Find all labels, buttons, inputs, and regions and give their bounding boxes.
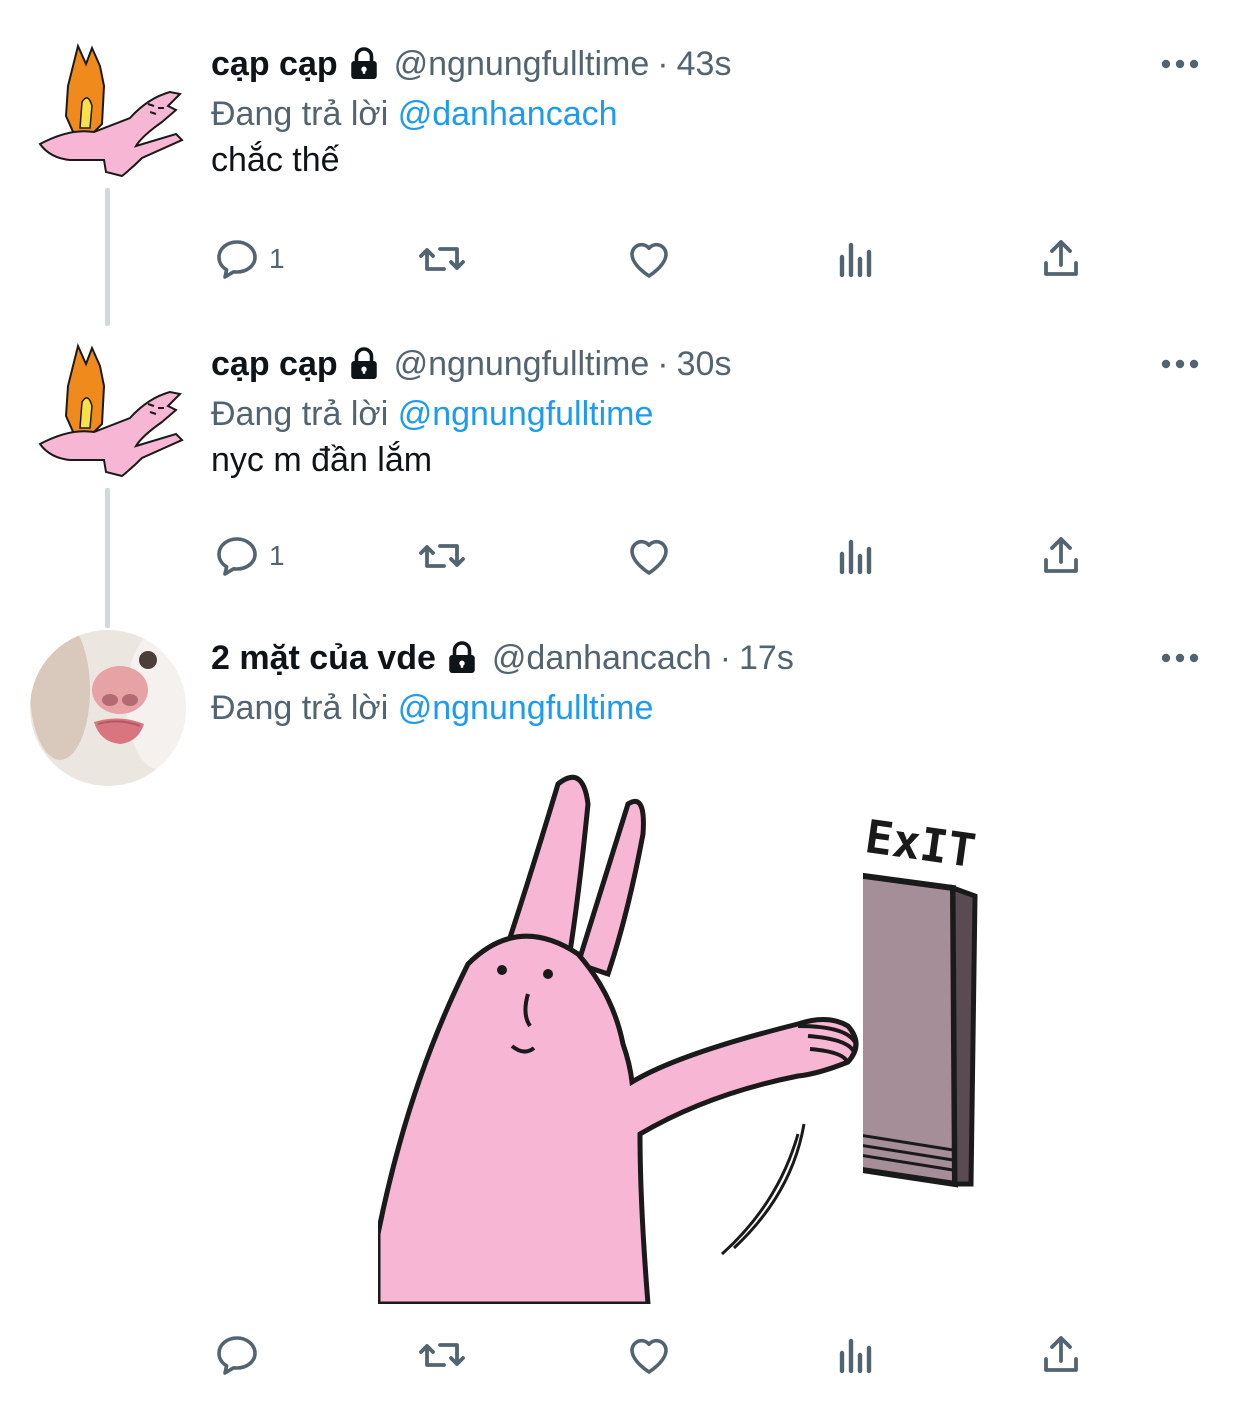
- handle[interactable]: @ngnungfulltime: [394, 45, 650, 84]
- tweet-text: chắc thế: [211, 141, 340, 179]
- reply-button[interactable]: 1: [213, 526, 285, 586]
- replying-to-label: Đang trả lời: [211, 689, 389, 727]
- like-icon: [630, 242, 668, 278]
- views-button[interactable]: [832, 526, 880, 586]
- separator: ·: [657, 44, 669, 83]
- lock-icon: [444, 640, 480, 676]
- pink-rabbit-sticker: [378, 764, 864, 1304]
- tweet-media-image[interactable]: [378, 764, 864, 1304]
- retweet-button[interactable]: [418, 526, 466, 586]
- share-icon: [1044, 1336, 1078, 1372]
- timestamp[interactable]: 43s: [677, 45, 732, 84]
- tweet-text: nyc m đần lắm: [211, 441, 433, 479]
- display-name[interactable]: 2 mặt của vde: [211, 639, 436, 678]
- retweet-button[interactable]: [418, 1325, 466, 1385]
- views-icon: [839, 1338, 872, 1374]
- display-name[interactable]: cạp cạp: [211, 45, 338, 84]
- separator: ·: [657, 344, 669, 383]
- tweet-header: cạp cạp @ngnungfulltime · 30s: [211, 340, 731, 388]
- lock-icon: [346, 46, 382, 82]
- more-icon[interactable]: [1158, 40, 1202, 88]
- exit-door-illustration: ExIT: [846, 809, 979, 1188]
- action-bar: [211, 1325, 1091, 1385]
- tweet-2[interactable]: cạp cạp @ngnungfulltime · 30s Đang trả l…: [0, 336, 1242, 628]
- reply-mention-link[interactable]: @ngnungfulltime: [398, 395, 654, 433]
- exit-sign-text: ExIT: [863, 809, 979, 878]
- avatar[interactable]: [30, 36, 186, 192]
- retweet-icon: [419, 247, 465, 271]
- tweet-1[interactable]: cạp cạp @ngnungfulltime · 43s Đang trả l…: [0, 36, 1242, 326]
- like-icon: [630, 539, 668, 575]
- reply-mention-link[interactable]: @ngnungfulltime: [398, 689, 654, 727]
- reply-icon: [217, 537, 257, 576]
- retweet-icon: [419, 1343, 465, 1367]
- display-name[interactable]: cạp cạp: [211, 345, 338, 384]
- replying-to-label: Đang trả lời: [211, 95, 389, 133]
- action-bar: 1: [211, 229, 1091, 289]
- views-icon: [839, 539, 872, 575]
- more-icon[interactable]: [1158, 634, 1202, 682]
- replying-to: Đang trả lời @ngnungfulltime: [211, 684, 653, 732]
- retweet-button[interactable]: [418, 229, 466, 289]
- avatar[interactable]: [30, 336, 186, 492]
- views-button[interactable]: [832, 229, 880, 289]
- share-button[interactable]: [1037, 526, 1085, 586]
- more-icon[interactable]: [1158, 340, 1202, 388]
- timestamp[interactable]: 30s: [677, 345, 732, 384]
- reply-count: 1: [269, 540, 285, 571]
- reply-icon: [217, 1336, 257, 1375]
- timestamp[interactable]: 17s: [739, 639, 794, 678]
- exit-door-sticker: ExIT: [846, 764, 1023, 1304]
- views-icon: [839, 242, 872, 278]
- replying-to: Đang trả lời @danhancach: [211, 90, 618, 138]
- reply-mention-link[interactable]: @danhancach: [398, 95, 618, 133]
- reply-count: 1: [269, 243, 285, 274]
- tweet-header: 2 mặt của vde @danhancach · 17s: [211, 634, 794, 682]
- like-button[interactable]: [625, 229, 673, 289]
- share-icon: [1044, 240, 1078, 276]
- handle[interactable]: @ngnungfulltime: [394, 345, 650, 384]
- separator: ·: [719, 638, 732, 677]
- like-button[interactable]: [625, 1325, 673, 1385]
- like-icon: [630, 1338, 668, 1374]
- action-bar: 1: [211, 526, 1091, 586]
- reply-button[interactable]: 1: [213, 229, 285, 289]
- pink-rabbit-flame-avatar: [38, 342, 184, 478]
- thread-connector: [105, 188, 110, 326]
- reply-icon: [217, 240, 257, 279]
- avatar[interactable]: [30, 630, 186, 786]
- share-button[interactable]: [1037, 1325, 1085, 1385]
- share-icon: [1044, 537, 1078, 573]
- views-button[interactable]: [832, 1325, 880, 1385]
- tweet-header: cạp cạp @ngnungfulltime · 43s: [211, 40, 731, 88]
- thread-connector: [105, 488, 110, 628]
- cat-tongue-avatar: [30, 630, 186, 786]
- replying-to: Đang trả lời @ngnungfulltime: [211, 390, 653, 438]
- share-button[interactable]: [1037, 229, 1085, 289]
- lock-icon: [346, 346, 382, 382]
- retweet-icon: [419, 544, 465, 568]
- like-button[interactable]: [625, 526, 673, 586]
- reply-button[interactable]: [213, 1325, 261, 1385]
- replying-to-label: Đang trả lời: [211, 395, 389, 433]
- handle[interactable]: @danhancach: [492, 639, 712, 678]
- pink-rabbit-flame-avatar: [38, 42, 184, 178]
